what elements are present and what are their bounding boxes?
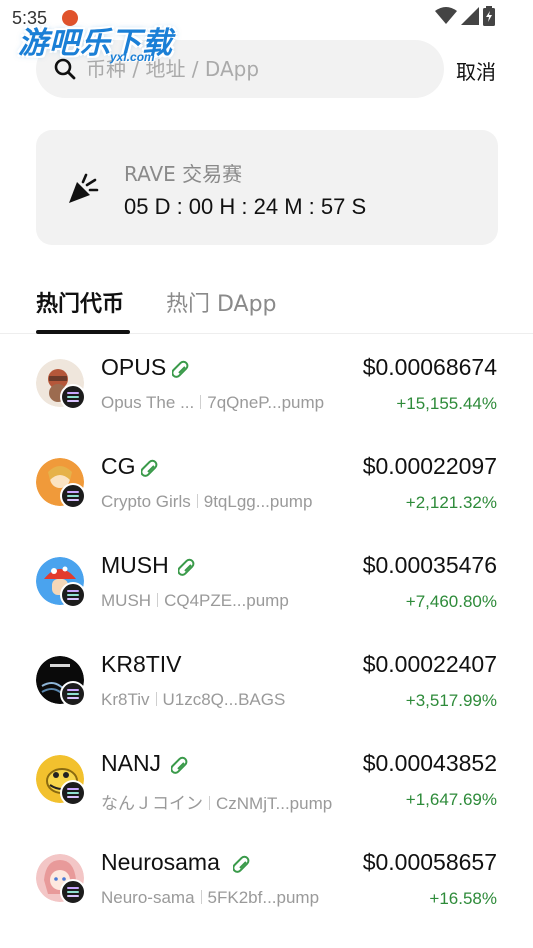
token-name: なんＪコイン (101, 794, 203, 813)
token-meta: Crypto Girls 9tqLgg...pump (101, 492, 312, 512)
token-meta: Kr8Tiv U1zc8Q...BAGS (101, 690, 285, 710)
tab-active-indicator (36, 330, 130, 334)
token-avatar (36, 458, 86, 509)
token-symbol: MUSH (101, 552, 169, 578)
token-row[interactable]: MUSH MUSH CQ4PZE...pump $0.00035476 +7,46… (0, 536, 533, 635)
token-name: Kr8Tiv (101, 690, 150, 709)
token-address: 9tqLgg...pump (203, 492, 313, 511)
event-countdown: 05 D : 00 H : 24 M : 57 S (124, 194, 367, 219)
pill-icon (171, 756, 188, 774)
token-name: Neuro-sama (101, 888, 195, 907)
token-address: 5FK2bf...pump (207, 888, 320, 907)
solana-icon (60, 483, 86, 509)
token-avatar (36, 557, 86, 608)
token-avatar (36, 854, 86, 905)
token-row[interactable]: NANJ なんＪコイン CzNMjT...pump $0.00043852 +1,… (0, 734, 533, 833)
solana-icon (60, 681, 86, 707)
token-price: $0.00043852 (362, 750, 497, 776)
solana-icon (60, 384, 86, 410)
token-name: MUSH (101, 591, 152, 610)
pill-icon (141, 459, 158, 477)
token-price: $0.00058657 (362, 849, 497, 875)
token-change: +15,155.44% (396, 394, 497, 413)
tab-hot-tokens[interactable]: 热门代币 (36, 286, 124, 318)
token-avatar (36, 755, 86, 806)
tab-bar: 热门代币 热门 DApp (0, 280, 533, 334)
token-address: 7qQneP...pump (207, 393, 325, 412)
solana-icon (60, 582, 86, 608)
token-symbol: CG (101, 453, 136, 479)
token-symbol: NANJ (101, 750, 162, 776)
status-icons (435, 6, 495, 26)
pill-icon (172, 360, 189, 378)
token-price: $0.00022407 (362, 651, 497, 677)
cancel-button[interactable]: 取消 (456, 56, 496, 85)
event-title: RAVE 交易赛 (124, 162, 243, 186)
token-row[interactable]: Neurosama Neuro-sama 5FK2bf...pump $0.000… (0, 833, 533, 932)
battery-icon (483, 6, 495, 26)
token-address: CzNMjT...pump (216, 794, 333, 813)
token-price: $0.00068674 (362, 354, 497, 380)
solana-icon (60, 879, 86, 905)
token-address: U1zc8Q...BAGS (162, 690, 286, 709)
token-meta: なんＪコイン CzNMjT...pump (101, 789, 332, 814)
token-name: Crypto Girls (101, 492, 191, 511)
pill-icon (233, 855, 250, 873)
token-symbol: OPUS (101, 354, 167, 380)
pill-icon (178, 558, 195, 576)
token-symbol: KR8TIV (101, 651, 182, 677)
token-change: +2,121.32% (405, 493, 497, 512)
token-meta: Neuro-sama 5FK2bf...pump (101, 888, 319, 908)
token-price: $0.00035476 (362, 552, 497, 578)
token-row[interactable]: CG Crypto Girls 9tqLgg...pump $0.00022097… (0, 437, 533, 536)
token-row[interactable]: KR8TIV Kr8Tiv U1zc8Q...BAGS $0.00022407 +… (0, 635, 533, 734)
signal-icon (461, 7, 479, 25)
token-avatar (36, 656, 86, 707)
wifi-icon (435, 7, 457, 24)
party-popper-icon (69, 173, 99, 203)
token-name: Opus The ... (101, 393, 195, 412)
token-change: +16.58% (429, 889, 497, 908)
token-symbol: Neurosama (101, 849, 220, 875)
solana-icon (60, 780, 86, 806)
token-row[interactable]: OPUS Opus The ... 7qQneP...pump $0.000686… (0, 338, 533, 437)
token-change: +7,460.80% (405, 592, 497, 611)
token-price: $0.00022097 (362, 453, 497, 479)
token-avatar (36, 359, 86, 410)
token-change: +3,517.99% (405, 691, 497, 710)
trading-competition-card[interactable]: RAVE 交易赛 05 D : 00 H : 24 M : 57 S (36, 130, 498, 245)
watermark-url: yxl.com (110, 50, 155, 64)
token-meta: Opus The ... 7qQneP...pump (101, 393, 324, 413)
token-meta: MUSH CQ4PZE...pump (101, 591, 289, 611)
tab-hot-dapp[interactable]: 热门 DApp (166, 286, 277, 318)
token-address: CQ4PZE...pump (164, 591, 289, 610)
token-change: +1,647.69% (405, 790, 497, 809)
